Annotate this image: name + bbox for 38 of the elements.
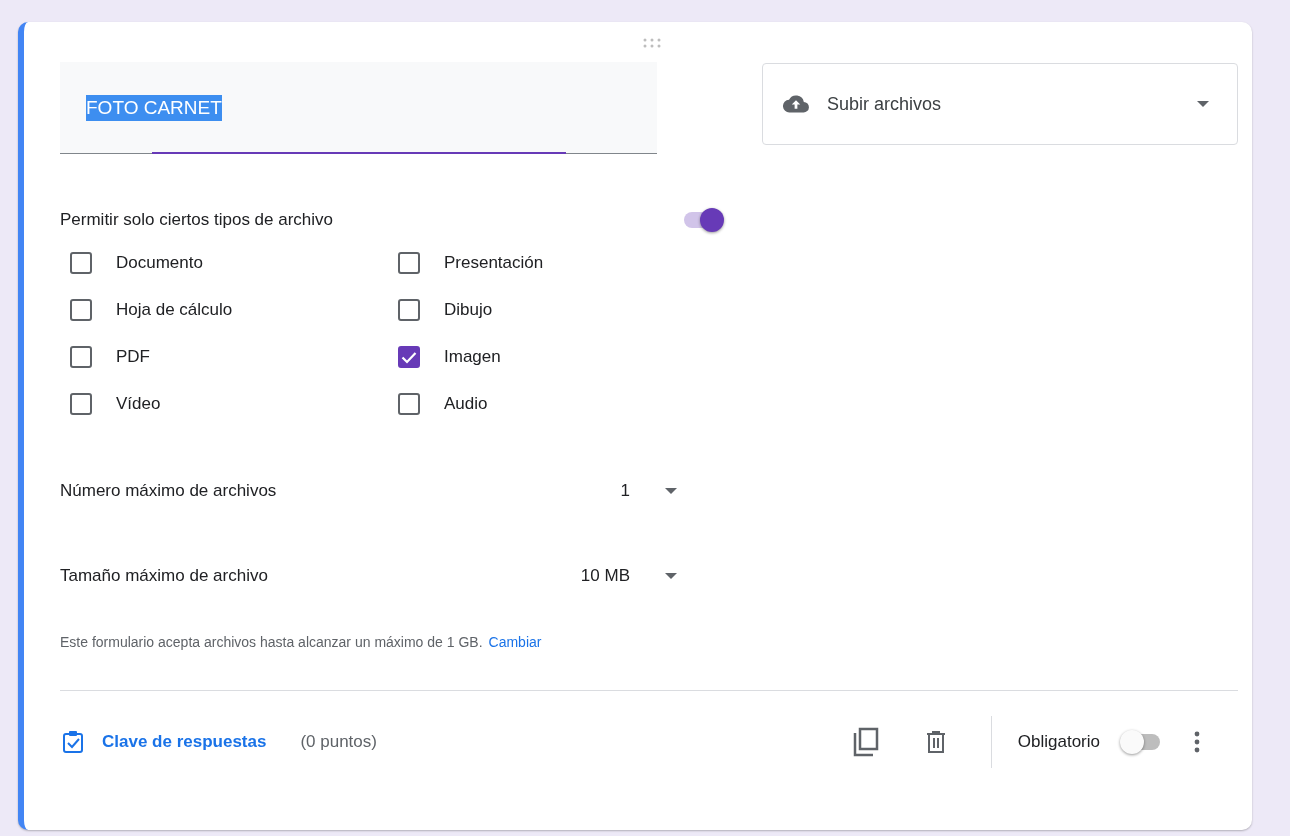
clipboard-check-icon xyxy=(62,730,84,754)
checkbox-label: Dibujo xyxy=(444,300,493,320)
checkbox[interactable] xyxy=(398,346,420,368)
drag-handle-icon[interactable] xyxy=(642,38,662,48)
checkbox[interactable] xyxy=(398,252,420,274)
check-icon xyxy=(401,350,417,364)
checkbox-label: Presentación xyxy=(444,253,544,273)
checkbox[interactable] xyxy=(70,393,92,415)
title-text: FOTO CARNET xyxy=(86,94,222,121)
question-type-dropdown[interactable]: Subir archivos xyxy=(762,63,1238,145)
checkbox-label: Imagen xyxy=(444,347,501,367)
checkbox[interactable] xyxy=(398,299,420,321)
file-types-label: Permitir solo ciertos tipos de archivo xyxy=(60,210,334,230)
cloud-upload-icon xyxy=(783,95,809,113)
limit-label: Número máximo de archivos xyxy=(60,481,278,501)
limit-value[interactable]: 10 MB xyxy=(550,566,630,586)
caret-icon xyxy=(665,573,677,579)
required-label: Obligatorio xyxy=(1017,732,1100,752)
checkbox-label: PDF xyxy=(116,347,150,367)
checkbox-label: Hoja de cálculo xyxy=(116,300,233,320)
checkbox[interactable] xyxy=(70,252,92,274)
delete-icon xyxy=(924,730,947,754)
checkbox[interactable] xyxy=(70,299,92,321)
limit-note: Este formulario acepta archivos hasta alcanzar un máximo de 1 GB. Cambiar xyxy=(60,634,543,650)
answer-key-link[interactable]: Clave de respuestas xyxy=(62,730,267,754)
checkbox-label: Documento xyxy=(116,253,203,273)
limit-label: Tamaño máximo de archivo xyxy=(60,566,269,586)
checkbox[interactable] xyxy=(70,346,92,368)
checkbox[interactable] xyxy=(398,393,420,415)
points-text: (0 puntos) xyxy=(300,732,377,752)
duplicate-icon xyxy=(852,727,879,757)
more-vertical-icon xyxy=(1194,731,1200,753)
change-link[interactable]: Cambiar xyxy=(488,634,542,650)
caret-icon xyxy=(665,488,677,494)
checkbox-label: Vídeo xyxy=(116,394,161,414)
caret-icon xyxy=(1197,101,1209,107)
checkbox-label: Audio xyxy=(444,394,488,414)
limit-value[interactable]: 1 xyxy=(550,481,630,501)
